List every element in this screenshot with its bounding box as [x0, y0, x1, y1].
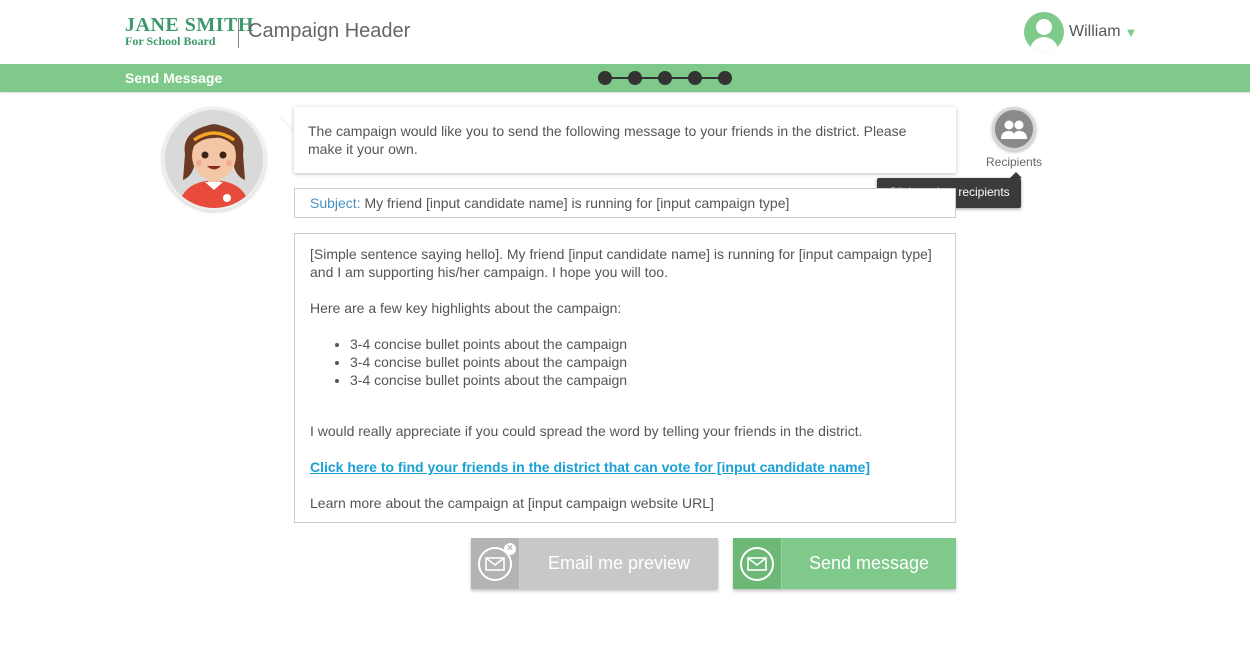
- speech-bubble-tail: [280, 117, 294, 131]
- logo-name: JANE SMITH: [125, 14, 254, 36]
- subject-value[interactable]: My friend [input candidate name] is runn…: [361, 195, 789, 211]
- send-message-button[interactable]: Send message: [733, 538, 956, 589]
- body-appreciate[interactable]: I would really appreciate if you could s…: [310, 422, 940, 440]
- section-title: Send Message: [125, 70, 223, 86]
- candidate-avatar: [162, 107, 266, 211]
- step-dot-4[interactable]: [688, 71, 702, 85]
- step-dot-2[interactable]: [628, 71, 642, 85]
- subject-label: Subject:: [310, 195, 361, 211]
- step-bar: Send Message: [0, 64, 1250, 92]
- top-header: JANE SMITH For School Board Campaign Hea…: [0, 0, 1250, 64]
- instruction-bubble: The campaign would like you to send the …: [294, 107, 956, 173]
- step-dot-5[interactable]: [718, 71, 732, 85]
- close-icon: ×: [504, 542, 516, 555]
- body-learn-more[interactable]: Learn more about the campaign at [input …: [310, 494, 940, 512]
- logo-subtitle: For School Board: [125, 34, 216, 48]
- email-preview-label[interactable]: Email me preview: [520, 553, 718, 574]
- step-progress: [598, 71, 734, 85]
- list-item[interactable]: 3-4 concise bullet points about the camp…: [350, 371, 940, 389]
- highlights-list: 3-4 concise bullet points about the camp…: [350, 335, 940, 389]
- user-name[interactable]: William: [1069, 23, 1121, 41]
- send-icon-area: [733, 538, 782, 589]
- friends-link[interactable]: Click here to find your friends in the d…: [310, 459, 870, 475]
- body-highlights-heading[interactable]: Here are a few key highlights about the …: [310, 299, 940, 317]
- subject-field[interactable]: Subject: My friend [input candidate name…: [294, 188, 956, 218]
- body-intro[interactable]: [Simple sentence saying hello]. My frien…: [310, 245, 940, 281]
- recipients-button[interactable]: Recipients: [986, 107, 1042, 169]
- step-dot-1[interactable]: [598, 71, 612, 85]
- step-dot-3[interactable]: [658, 71, 672, 85]
- email-preview-button[interactable]: × Email me preview: [471, 538, 718, 589]
- message-body-editor[interactable]: [Simple sentence saying hello]. My frien…: [294, 233, 956, 523]
- envelope-icon: ×: [478, 542, 516, 581]
- campaign-logo[interactable]: JANE SMITH For School Board: [125, 14, 254, 48]
- list-item[interactable]: 3-4 concise bullet points about the camp…: [350, 335, 940, 353]
- header-divider: [238, 18, 239, 48]
- page-title: Campaign Header: [248, 20, 411, 42]
- users-icon[interactable]: [992, 107, 1036, 151]
- preview-icon-area: ×: [471, 538, 520, 589]
- list-item[interactable]: 3-4 concise bullet points about the camp…: [350, 353, 940, 371]
- avatar[interactable]: [1024, 12, 1064, 52]
- user-menu[interactable]: William ▼: [1024, 12, 1137, 52]
- envelope-icon: [740, 546, 774, 581]
- chevron-down-icon[interactable]: ▼: [1125, 25, 1138, 40]
- recipients-label[interactable]: Recipients: [986, 155, 1042, 169]
- girl-avatar-icon: [165, 110, 263, 208]
- send-message-label[interactable]: Send message: [782, 553, 956, 574]
